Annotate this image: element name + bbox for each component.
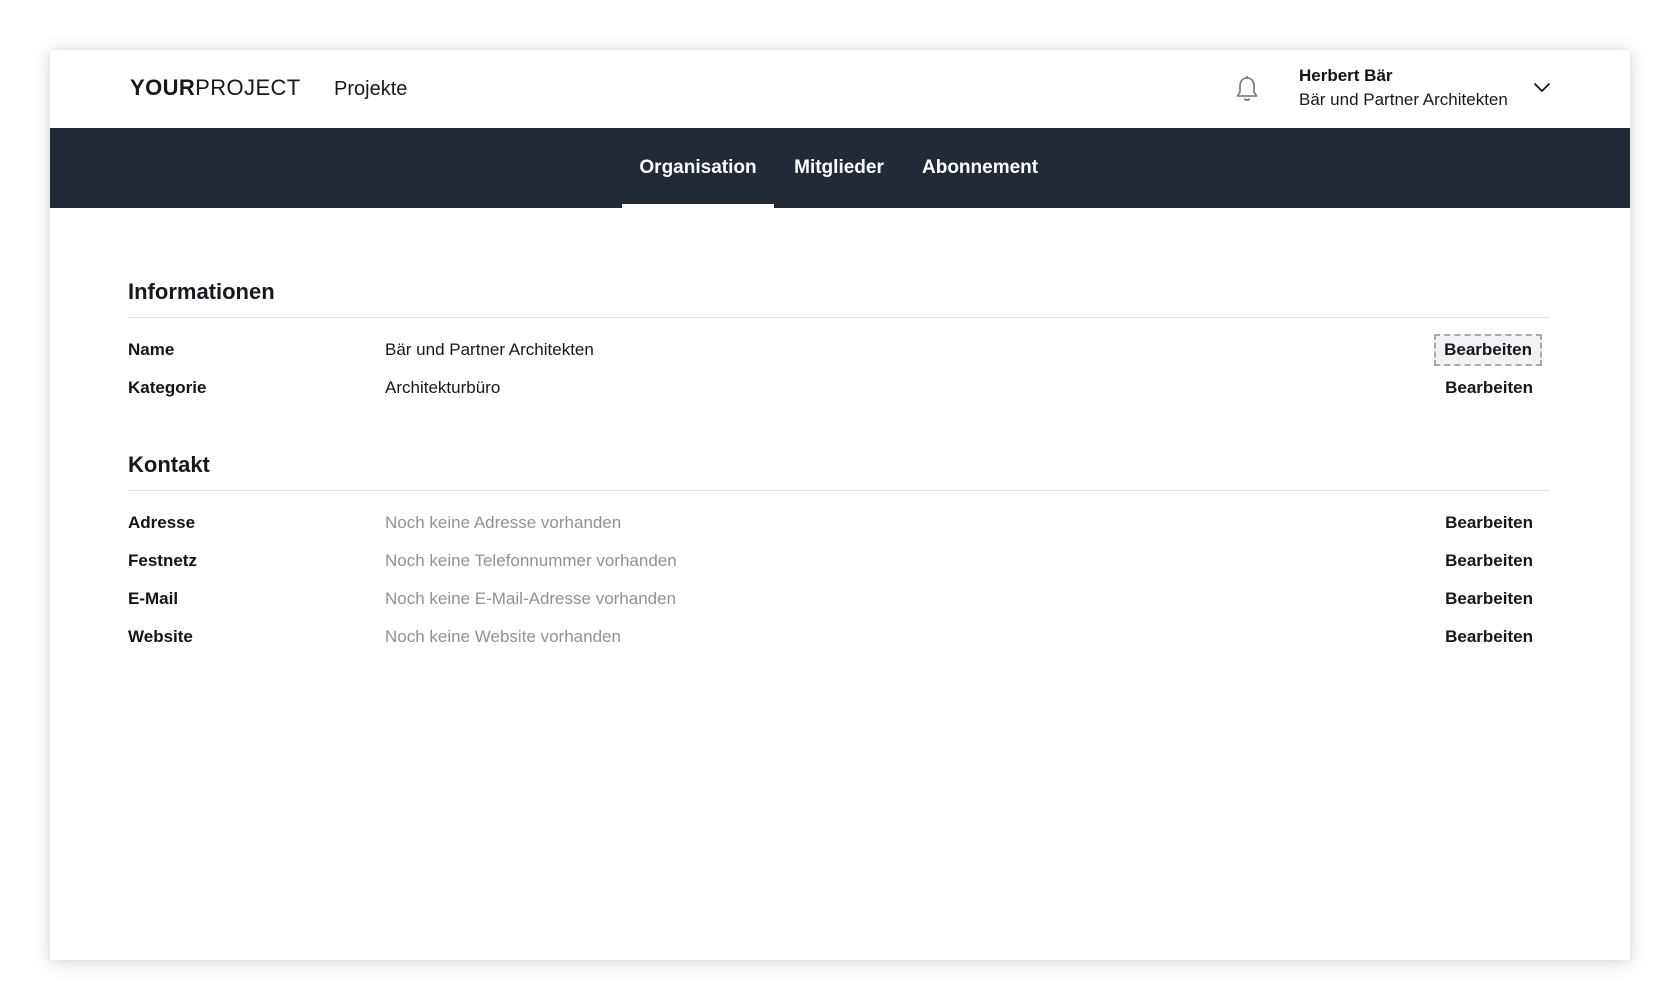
edit-name-button[interactable]: Bearbeiten — [1434, 334, 1542, 366]
contact-row-adresse: Adresse Noch keine Adresse vorhanden Bea… — [128, 507, 1550, 539]
user-name: Herbert Bär — [1299, 66, 1393, 85]
row-value: Noch keine Telefonnummer vorhanden — [385, 551, 677, 570]
row-label: Adresse — [128, 513, 196, 532]
row-label: Website — [128, 627, 193, 646]
user-organisation: Bär und Partner Architekten — [1299, 90, 1508, 109]
row-value: Noch keine E-Mail-Adresse vorhanden — [385, 589, 677, 608]
row-value: Bär und Partner Architekten — [385, 340, 594, 359]
contact-row-website: Website Noch keine Website vorhanden Bea… — [128, 621, 1550, 653]
organisation-nav: Organisation Mitglieder Abonnement — [50, 128, 1630, 208]
row-label: Name — [128, 340, 175, 359]
user-menu[interactable]: Herbert Bär Bär und Partner Architekten — [1299, 64, 1508, 112]
row-label: Kategorie — [128, 378, 207, 397]
section-title-kontakt: Kontakt — [128, 452, 210, 477]
row-value: Noch keine Website vorhanden — [385, 627, 621, 646]
tab-organisation[interactable]: Organisation — [622, 128, 774, 208]
edit-adresse-button[interactable]: Bearbeiten — [1436, 507, 1542, 539]
logo-bold-part: YOUR — [130, 75, 196, 100]
projects-link[interactable]: Projekte — [334, 76, 407, 102]
row-value: Noch keine Adresse vorhanden — [385, 513, 622, 532]
contact-row-festnetz: Festnetz Noch keine Telefonnummer vorhan… — [128, 545, 1550, 577]
contact-row-email: E-Mail Noch keine E-Mail-Adresse vorhand… — [128, 583, 1550, 615]
section-divider — [128, 490, 1550, 491]
bell-icon[interactable] — [1233, 74, 1261, 104]
info-row-kategorie: Kategorie Architekturbüro Bearbeiten — [128, 372, 1550, 404]
logo-light-part: PROJECT — [195, 75, 301, 100]
row-value: Architekturbüro — [385, 378, 501, 397]
tab-abonnement[interactable]: Abonnement — [922, 128, 1038, 208]
app-window: YOURPROJECT Projekte Herbert Bär Bär und… — [50, 50, 1630, 960]
edit-festnetz-button[interactable]: Bearbeiten — [1436, 545, 1542, 577]
section-title-informationen: Informationen — [128, 279, 275, 304]
info-row-name: Name Bär und Partner Architekten Bearbei… — [128, 334, 1550, 366]
section-divider — [128, 317, 1550, 318]
edit-kategorie-button[interactable]: Bearbeiten — [1436, 372, 1542, 404]
app-logo[interactable]: YOURPROJECT — [130, 74, 301, 102]
top-bar: YOURPROJECT Projekte Herbert Bär Bär und… — [50, 50, 1630, 128]
row-label: E-Mail — [128, 589, 179, 608]
edit-website-button[interactable]: Bearbeiten — [1436, 621, 1542, 653]
edit-email-button[interactable]: Bearbeiten — [1436, 583, 1542, 615]
tab-mitglieder[interactable]: Mitglieder — [792, 128, 886, 208]
chevron-down-icon[interactable] — [1532, 78, 1552, 98]
row-label: Festnetz — [128, 551, 197, 570]
